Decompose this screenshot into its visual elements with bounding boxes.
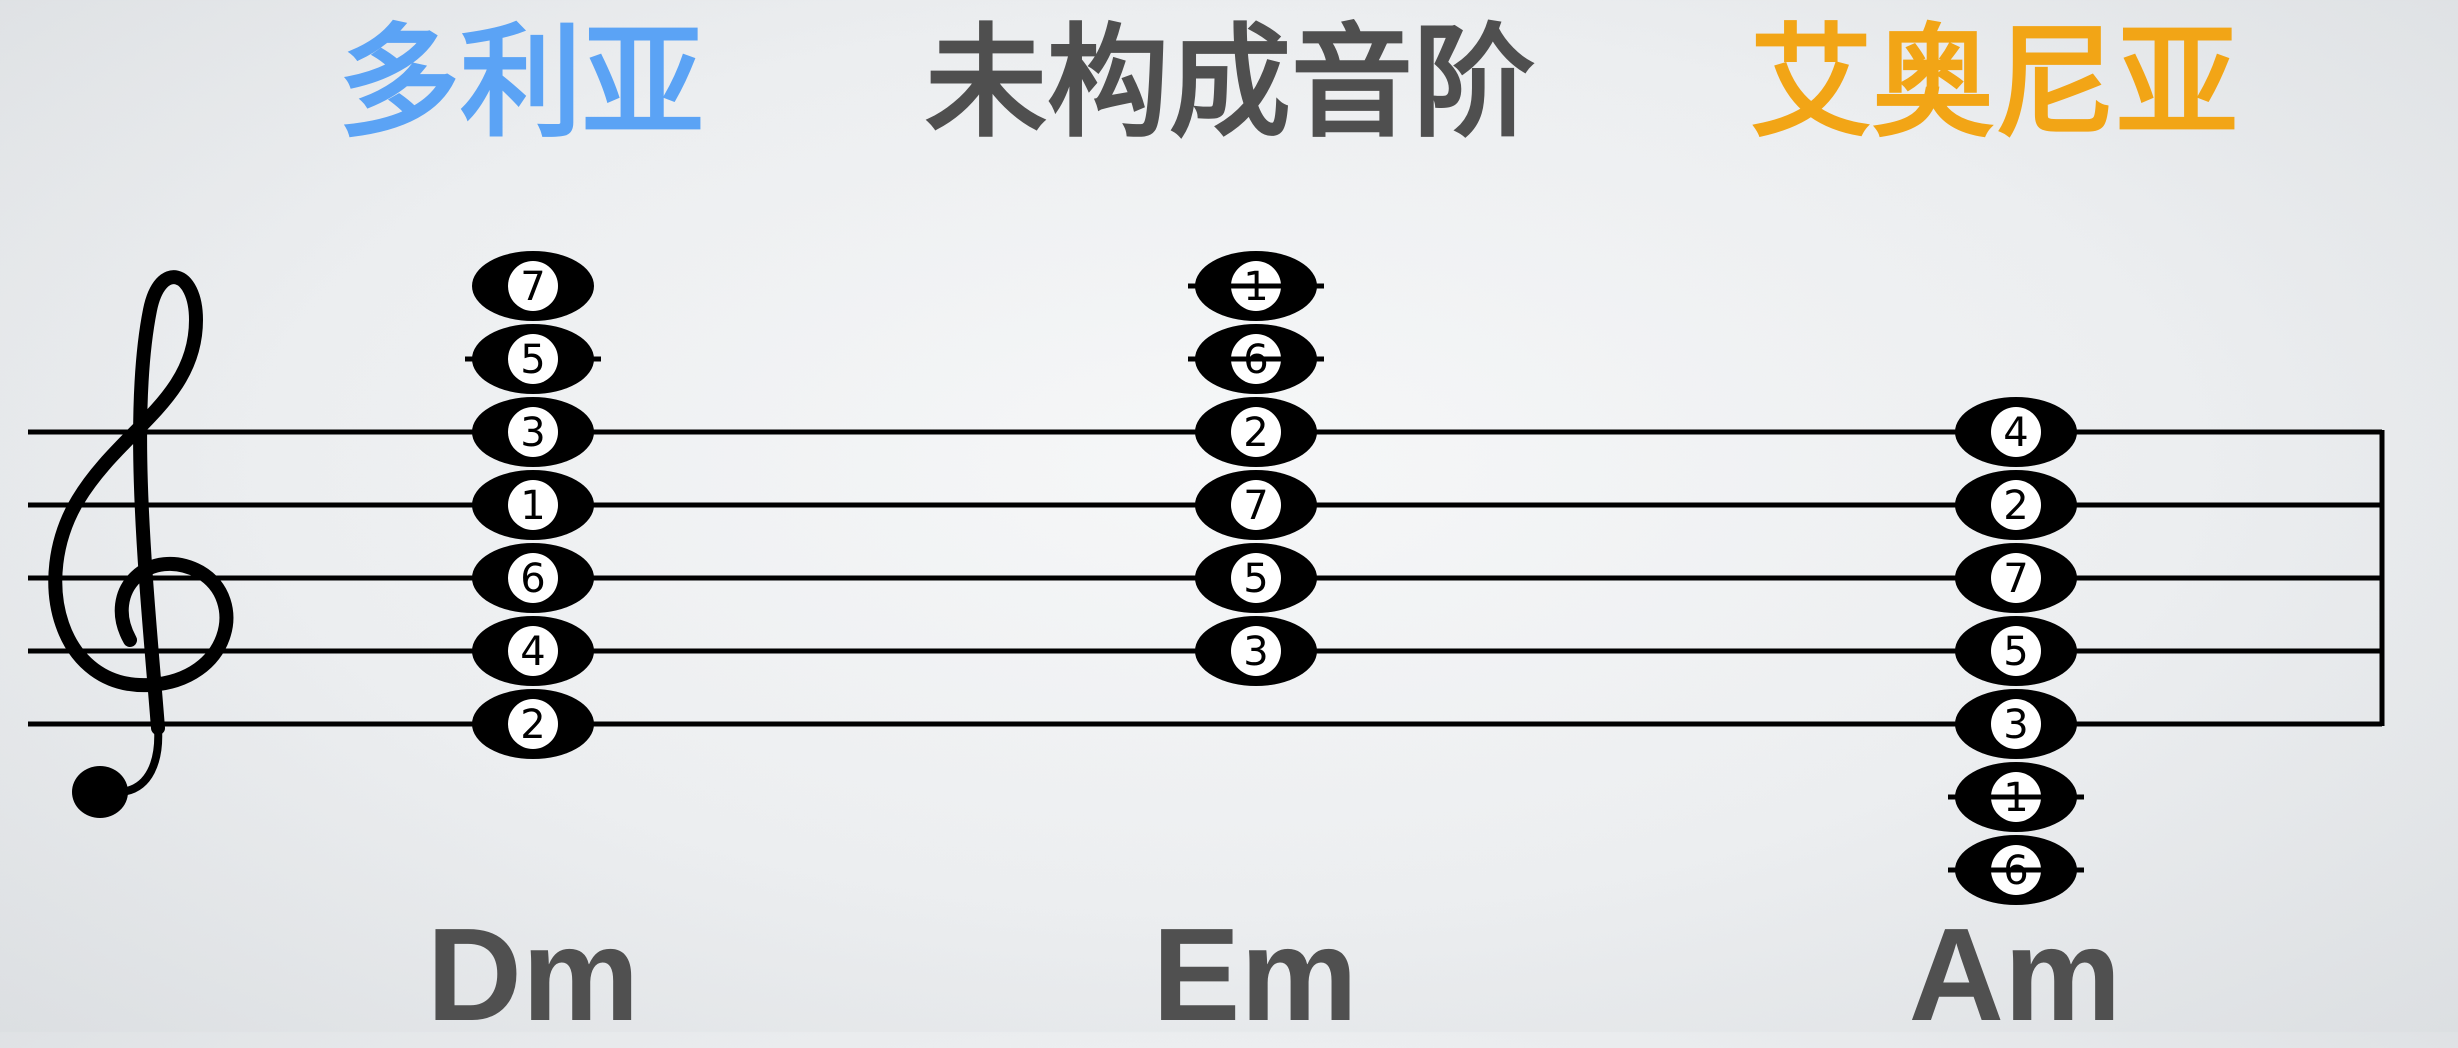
note-head: 2 bbox=[1955, 470, 2077, 540]
note-head: 7 bbox=[1955, 543, 2077, 613]
note-degree-label: 5 bbox=[1243, 556, 1268, 602]
note-head: 3 bbox=[1955, 689, 2077, 759]
note-degree-label: 2 bbox=[520, 702, 545, 748]
note-degree-label: 7 bbox=[1243, 483, 1268, 529]
chord-label-am: Am bbox=[1908, 901, 2122, 1048]
chord-em: 1 6 2 7 5 3 bbox=[1188, 251, 1324, 686]
treble-clef-icon bbox=[48, 270, 234, 818]
note-head: 1 bbox=[472, 470, 594, 540]
note-degree-label: 3 bbox=[2003, 702, 2028, 748]
note-head: 3 bbox=[472, 397, 594, 467]
chord-am: 4 2 7 5 3 1 6 bbox=[1948, 397, 2084, 905]
note-degree-label: 1 bbox=[2003, 775, 2028, 821]
note-head: 5 bbox=[1195, 543, 1317, 613]
chord-dm: 7 5 3 1 6 4 2 bbox=[465, 251, 601, 759]
chord-label-dm: Dm bbox=[426, 901, 640, 1048]
note-degree-label: 1 bbox=[520, 483, 545, 529]
note-degree-label: 1 bbox=[1243, 264, 1268, 310]
note-head: 6 bbox=[472, 543, 594, 613]
note-degree-label: 6 bbox=[520, 556, 545, 602]
note-head: 5 bbox=[1955, 616, 2077, 686]
note-degree-label: 3 bbox=[1243, 629, 1268, 675]
note-head: 6 bbox=[1188, 324, 1324, 394]
note-head: 6 bbox=[1948, 835, 2084, 905]
note-head: 1 bbox=[1188, 251, 1324, 321]
note-degree-label: 5 bbox=[520, 337, 545, 383]
music-staff: 7 5 3 1 6 4 2 1 6 2 7 5 3 4 2 7 5 3 1 6 bbox=[28, 251, 2385, 905]
note-degree-label: 3 bbox=[520, 410, 545, 456]
note-degree-label: 2 bbox=[1243, 410, 1268, 456]
slide: 多利亚 未构成音阶 艾奥尼亚 75316421627534275316 Dm E… bbox=[0, 0, 2458, 1045]
chord-label-em: Em bbox=[1152, 901, 1358, 1048]
note-head: 4 bbox=[1955, 397, 2077, 467]
note-head: 4 bbox=[472, 616, 594, 686]
note-degree-label: 2 bbox=[2003, 483, 2028, 529]
note-degree-label: 7 bbox=[2003, 556, 2028, 602]
note-head: 7 bbox=[472, 251, 594, 321]
note-degree-label: 6 bbox=[2003, 848, 2028, 894]
note-degree-label: 6 bbox=[1243, 337, 1268, 383]
note-degree-label: 5 bbox=[2003, 629, 2028, 675]
note-head: 5 bbox=[472, 324, 594, 394]
note-degree-label: 4 bbox=[2003, 410, 2028, 456]
note-degree-label: 7 bbox=[520, 264, 545, 310]
note-head: 7 bbox=[1195, 470, 1317, 540]
note-head: 2 bbox=[472, 689, 594, 759]
note-degree-label: 4 bbox=[520, 629, 545, 675]
note-head: 2 bbox=[1195, 397, 1317, 467]
note-head: 1 bbox=[1948, 762, 2084, 832]
note-head: 3 bbox=[1195, 616, 1317, 686]
